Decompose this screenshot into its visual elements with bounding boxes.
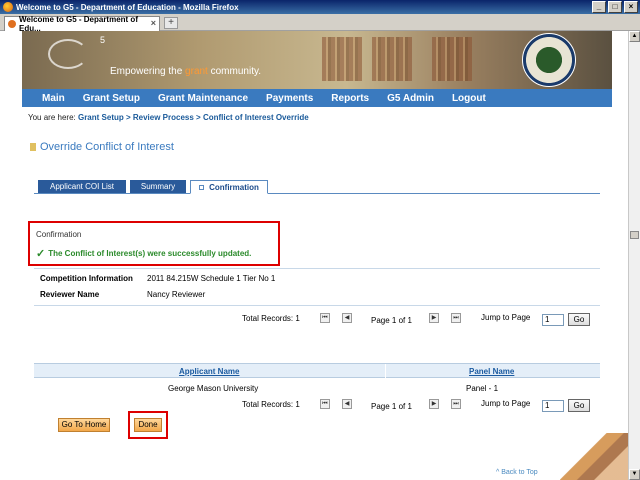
- breadcrumb-sep: >: [193, 113, 203, 122]
- firefox-icon: [3, 2, 13, 12]
- confirmation-panel: Confirmation ✓ The Conflict of Interest(…: [28, 221, 280, 266]
- tab-strip: Applicant COI List Summary Confirmation: [34, 180, 600, 194]
- browser-tab-bar: Welcome to G5 - Department of Edu... × +: [0, 14, 640, 33]
- pager-bottom: Total Records: 1 ⏮ ◀ Page 1 of 1 ▶ ⏭ Jum…: [34, 399, 600, 413]
- maximize-button[interactable]: □: [608, 1, 622, 13]
- main-nav: Main Grant Setup Grant Maintenance Payme…: [22, 89, 612, 107]
- close-window-button[interactable]: ×: [624, 1, 638, 13]
- breadcrumb: You are here: Grant Setup > Review Proce…: [28, 113, 309, 122]
- nav-reports[interactable]: Reports: [331, 93, 369, 104]
- jump-to-page-input[interactable]: 1: [542, 400, 564, 412]
- new-tab-button[interactable]: +: [164, 17, 178, 29]
- nav-payments[interactable]: Payments: [266, 93, 313, 104]
- tab-applicant-coi-list[interactable]: Applicant COI List: [38, 180, 126, 193]
- table-header: Applicant Name Panel Name: [34, 363, 600, 378]
- reviewer-label: Reviewer Name: [40, 290, 100, 299]
- g5-banner: 5 Empowering the grant community.: [22, 31, 612, 89]
- page-title: Override Conflict of Interest: [30, 141, 174, 153]
- tab-confirmation[interactable]: Confirmation: [190, 180, 268, 194]
- page-of: Page 1 of 1: [371, 316, 412, 325]
- applicant-name-cell: George Mason University: [168, 384, 259, 393]
- pager-top: Total Records: 1 ⏮ ◀ Page 1 of 1 ▶ ⏭ Jum…: [34, 313, 600, 327]
- done-button[interactable]: Done: [134, 418, 162, 432]
- competition-value: 2011 84.215W Schedule 1 Tier No 1: [147, 274, 276, 283]
- scroll-thumb[interactable]: [630, 231, 639, 239]
- total-records: Total Records: 1: [242, 314, 300, 323]
- breadcrumb-grant-setup[interactable]: Grant Setup: [78, 113, 124, 122]
- window-titlebar: Welcome to G5 - Department of Education …: [0, 0, 640, 14]
- bookshelf-image: [372, 37, 412, 81]
- go-to-home-button[interactable]: Go To Home: [58, 418, 110, 432]
- minimize-button[interactable]: _: [592, 1, 606, 13]
- tab-icon: [199, 184, 205, 190]
- confirmation-message-text: The Conflict of Interest(s) were success…: [48, 249, 252, 258]
- vertical-scrollbar[interactable]: ▲ ▼: [628, 31, 640, 480]
- divider: [34, 305, 600, 306]
- prev-page-icon[interactable]: ◀: [342, 399, 352, 409]
- breadcrumb-review-process[interactable]: Review Process: [133, 113, 194, 122]
- last-page-icon[interactable]: ⏭: [451, 313, 461, 323]
- total-records: Total Records: 1: [242, 400, 300, 409]
- divider: [34, 268, 600, 269]
- g5-logo: [48, 39, 88, 69]
- confirmation-label: Confirmation: [36, 230, 82, 239]
- column-panel-name[interactable]: Panel Name: [469, 367, 514, 376]
- table-row: George Mason University Panel - 1: [34, 381, 600, 395]
- checkmark-icon: ✓: [36, 248, 46, 260]
- tab-summary[interactable]: Summary: [130, 180, 186, 193]
- nav-main[interactable]: Main: [42, 93, 65, 104]
- breadcrumb-sep: >: [123, 113, 133, 122]
- scroll-up-icon[interactable]: ▲: [629, 31, 640, 42]
- tab-close-icon[interactable]: ×: [151, 18, 156, 28]
- tab-confirmation-label: Confirmation: [209, 182, 259, 192]
- panel-name-cell: Panel - 1: [466, 384, 499, 393]
- jump-to-page-label: Jump to Page: [481, 399, 531, 408]
- breadcrumb-prefix: You are here:: [28, 113, 78, 122]
- column-applicant-name[interactable]: Applicant Name: [179, 367, 239, 376]
- favicon-icon: [8, 20, 16, 28]
- nav-logout[interactable]: Logout: [452, 93, 486, 104]
- document-icon: [30, 143, 36, 151]
- nav-g5-admin[interactable]: G5 Admin: [387, 93, 434, 104]
- next-page-icon[interactable]: ▶: [429, 399, 439, 409]
- banner-tagline: Empowering the grant community.: [110, 66, 261, 77]
- nav-grant-setup[interactable]: Grant Setup: [83, 93, 140, 104]
- jump-to-page-input[interactable]: 1: [542, 314, 564, 326]
- next-page-icon[interactable]: ▶: [429, 313, 439, 323]
- column-separator: [385, 364, 386, 378]
- tagline-highlight: grant: [185, 66, 208, 77]
- scroll-down-icon[interactable]: ▼: [629, 469, 640, 480]
- reviewer-value: Nancy Reviewer: [147, 290, 206, 299]
- tagline-text-end: community.: [207, 66, 262, 77]
- breadcrumb-coi-override[interactable]: Conflict of Interest Override: [203, 113, 309, 122]
- competition-label: Competition Information: [40, 274, 133, 283]
- browser-tab[interactable]: Welcome to G5 - Department of Edu... ×: [4, 15, 160, 33]
- page-title-text: Override Conflict of Interest: [40, 141, 174, 153]
- go-button[interactable]: Go: [568, 399, 590, 412]
- nav-grant-maintenance[interactable]: Grant Maintenance: [158, 93, 248, 104]
- bookshelf-image: [322, 37, 362, 81]
- department-seal-icon: [522, 33, 576, 87]
- prev-page-icon[interactable]: ◀: [342, 313, 352, 323]
- g5-logo-superscript: 5: [100, 35, 106, 45]
- first-page-icon[interactable]: ⏮: [320, 399, 330, 409]
- back-to-top-link[interactable]: ^ Back to Top: [496, 469, 538, 476]
- go-button[interactable]: Go: [568, 313, 590, 326]
- page-content: 5 Empowering the grant community. Main G…: [0, 31, 628, 480]
- page-of: Page 1 of 1: [371, 402, 412, 411]
- window-controls: _ □ ×: [592, 1, 638, 13]
- decorative-image: [560, 433, 628, 480]
- bookshelf-image: [432, 37, 472, 81]
- tagline-text: Empowering the: [110, 66, 186, 77]
- last-page-icon[interactable]: ⏭: [451, 399, 461, 409]
- jump-to-page-label: Jump to Page: [481, 313, 531, 322]
- first-page-icon[interactable]: ⏮: [320, 313, 330, 323]
- window-title: Welcome to G5 - Department of Education …: [16, 2, 239, 12]
- confirmation-message: ✓ The Conflict of Interest(s) were succe…: [36, 247, 251, 260]
